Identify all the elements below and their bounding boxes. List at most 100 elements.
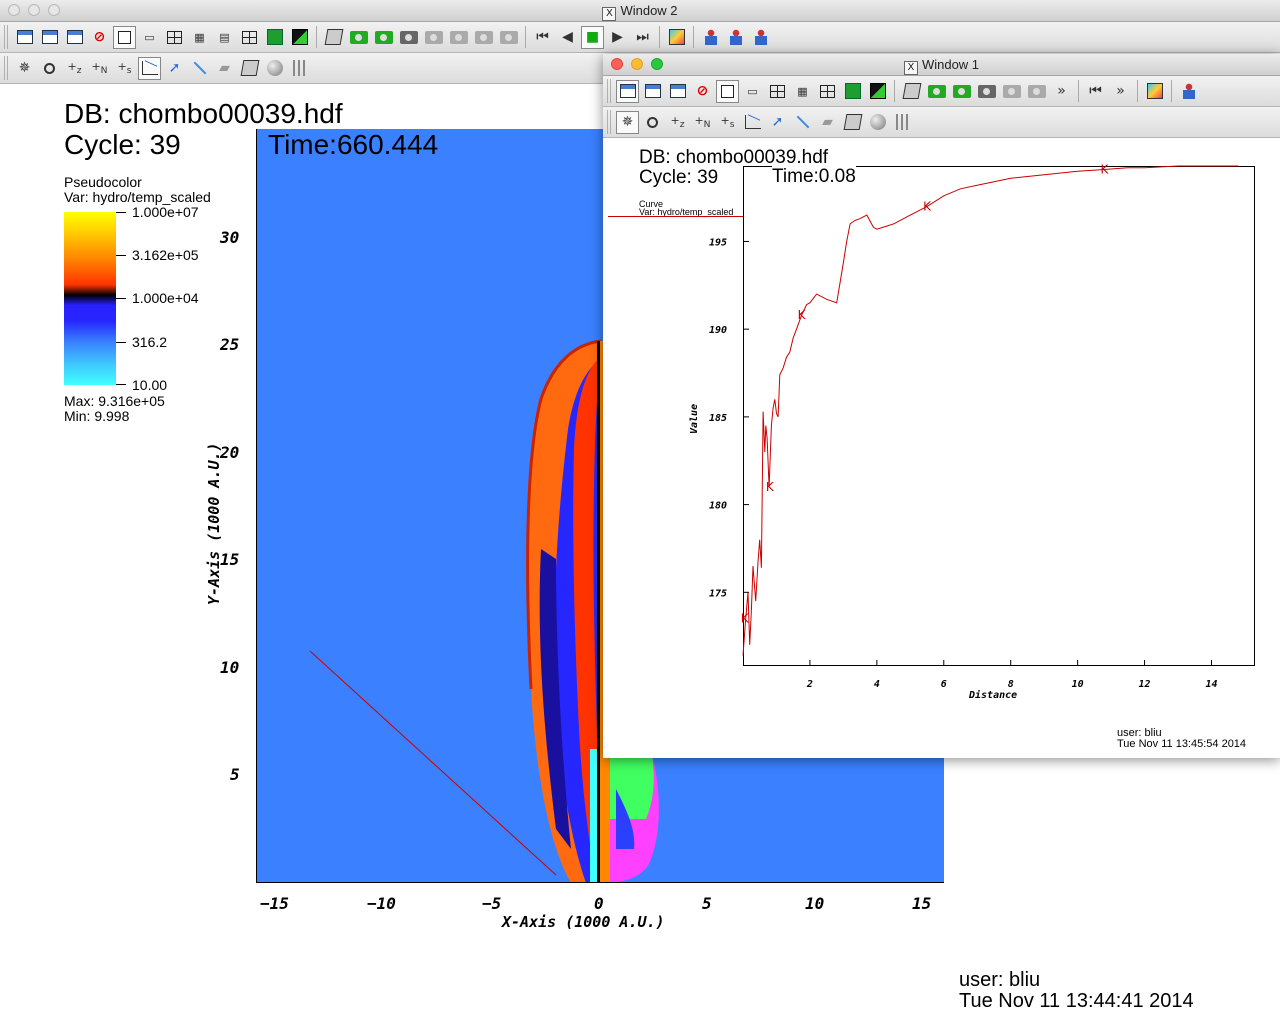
x-tick-label: 5	[702, 894, 712, 913]
window-2-titlebar[interactable]: X Window 2	[0, 0, 1280, 22]
chevron-double-right-icon: »	[1057, 83, 1066, 99]
pick-mode-button[interactable]: ➚	[163, 57, 186, 80]
window-clone-icon	[669, 84, 686, 98]
layout-1x2-button[interactable]: ▭	[741, 80, 764, 103]
new-window-button[interactable]	[616, 79, 639, 103]
save-window-button[interactable]	[397, 26, 420, 49]
undo-view-button[interactable]	[497, 26, 520, 49]
toolbar-overflow-button[interactable]: »	[1050, 80, 1073, 103]
layout-2x3-button[interactable]: ▦	[188, 26, 211, 49]
toolbar-grip[interactable]	[607, 79, 613, 103]
colorbar-tick-label: 10.00	[132, 377, 168, 393]
export-button[interactable]	[472, 26, 495, 49]
print-button[interactable]	[1025, 80, 1048, 103]
plus-s-icon: +s	[720, 113, 735, 131]
window-2-toolbar-top: ⊘ ▭ ▦ ▤ ⏮ ◀ ■ ▶ ⏭	[0, 22, 1280, 53]
line-tool-button[interactable]	[791, 111, 814, 134]
lineout-mode-button[interactable]	[138, 56, 161, 80]
layout-2x2-button[interactable]	[163, 26, 186, 49]
copy-window-button[interactable]	[641, 80, 664, 103]
sphere-tool-button[interactable]	[263, 57, 286, 80]
x-tick-label: 15	[912, 894, 932, 913]
navigate-mode-button[interactable]: ✵	[616, 110, 639, 134]
save-movie-button[interactable]	[1000, 80, 1023, 103]
window-title: X Window 2	[0, 3, 1280, 21]
layout-1x1-button[interactable]	[113, 25, 136, 49]
clone-window-button[interactable]	[63, 26, 86, 49]
layout-2x3-button[interactable]: ▦	[791, 80, 814, 103]
curve-x-tick-label: 2	[806, 679, 813, 690]
layout-1x1-button[interactable]	[716, 79, 739, 103]
window-1-titlebar[interactable]: X Window 1	[603, 54, 1280, 76]
copy-window-button[interactable]	[38, 26, 61, 49]
toolbar-grip[interactable]	[4, 25, 10, 49]
zone-pick-mode-button[interactable]: +z	[63, 57, 86, 80]
legend-max: Max: 9.316e+05	[64, 393, 165, 409]
layout-1x2-button[interactable]: ▭	[138, 26, 161, 49]
layout-2x2-button[interactable]	[766, 80, 789, 103]
first-frame-button[interactable]: ⏮	[1084, 80, 1107, 103]
pick-mode-button[interactable]: ➚	[766, 111, 789, 134]
zone-pick-mode-button[interactable]: +z	[666, 111, 689, 134]
pick-button[interactable]	[1177, 80, 1200, 103]
node-pick-mode-button[interactable]: +N	[691, 111, 714, 134]
zone-pick-button[interactable]	[724, 26, 747, 49]
navigate-mode-button[interactable]: ✵	[13, 57, 36, 80]
line-icon	[193, 61, 206, 75]
node-pick-mode-button[interactable]: +N	[88, 57, 111, 80]
pick-button[interactable]	[699, 26, 722, 49]
stop-button[interactable]: ■	[581, 25, 604, 49]
perspective-button[interactable]	[322, 26, 345, 49]
sphere-tool-button[interactable]	[866, 111, 889, 134]
print-button[interactable]	[447, 26, 470, 49]
toolbar-overflow-button[interactable]: »	[1109, 80, 1132, 103]
draw-plots-button[interactable]	[347, 26, 370, 49]
layout-2x4-button[interactable]: ▤	[213, 26, 236, 49]
node-pick-button[interactable]	[749, 26, 772, 49]
spreadsheet-pick-mode-button[interactable]: +s	[716, 111, 739, 134]
prev-frame-button[interactable]: ◀	[556, 26, 579, 49]
animation-button[interactable]	[665, 26, 688, 49]
layout-2x3-icon: ▦	[797, 84, 808, 98]
plane-tool-button[interactable]: ▰	[213, 57, 236, 80]
line-tool-button[interactable]	[188, 57, 211, 80]
perspective-button[interactable]	[900, 80, 923, 103]
clear-window-button[interactable]: ⊘	[88, 26, 111, 49]
layout-3x3-button[interactable]	[816, 80, 839, 103]
save-window-button[interactable]	[975, 80, 998, 103]
layout-3x3-button[interactable]	[238, 26, 261, 49]
export-icon	[474, 30, 493, 44]
lock-view-button[interactable]	[263, 26, 286, 49]
play-button[interactable]: ▶	[606, 26, 629, 49]
sliders-icon	[895, 114, 910, 130]
axis-restriction-button[interactable]	[891, 111, 914, 134]
camera-grey-icon	[1002, 84, 1021, 98]
spin-button[interactable]	[288, 26, 311, 49]
first-frame-button[interactable]: ⏮	[531, 26, 554, 49]
last-frame-button[interactable]: ⏭	[631, 26, 654, 49]
pointer-icon: ➚	[168, 60, 181, 76]
spin-button[interactable]	[866, 80, 889, 103]
new-window-button[interactable]	[13, 26, 36, 49]
animation-button[interactable]	[1143, 80, 1166, 103]
lock-view-button[interactable]	[841, 80, 864, 103]
zoom-mode-button[interactable]	[641, 111, 664, 134]
box-tool-button[interactable]	[238, 57, 261, 80]
reset-icon	[374, 30, 393, 44]
save-movie-button[interactable]	[422, 26, 445, 49]
plane-tool-button[interactable]: ▰	[816, 111, 839, 134]
draw-plots-button[interactable]	[925, 80, 948, 103]
axis-restriction-button[interactable]	[288, 57, 311, 80]
chevron-double-right-icon: »	[1116, 83, 1125, 99]
clone-window-button[interactable]	[666, 80, 689, 103]
reset-view-button[interactable]	[950, 80, 973, 103]
clear-window-button[interactable]: ⊘	[691, 80, 714, 103]
toolbar-grip[interactable]	[607, 110, 613, 134]
reset-view-button[interactable]	[372, 26, 395, 49]
lineout-mode-button[interactable]	[741, 111, 764, 134]
toolbar-grip[interactable]	[4, 56, 10, 80]
zoom-mode-button[interactable]	[38, 57, 61, 80]
curve-plot[interactable]: 2 4 6 8 10 12 14 175 180 185 190 195 K K K K K	[709, 163, 1255, 690]
box-tool-button[interactable]	[841, 111, 864, 134]
spreadsheet-pick-mode-button[interactable]: +s	[113, 57, 136, 80]
